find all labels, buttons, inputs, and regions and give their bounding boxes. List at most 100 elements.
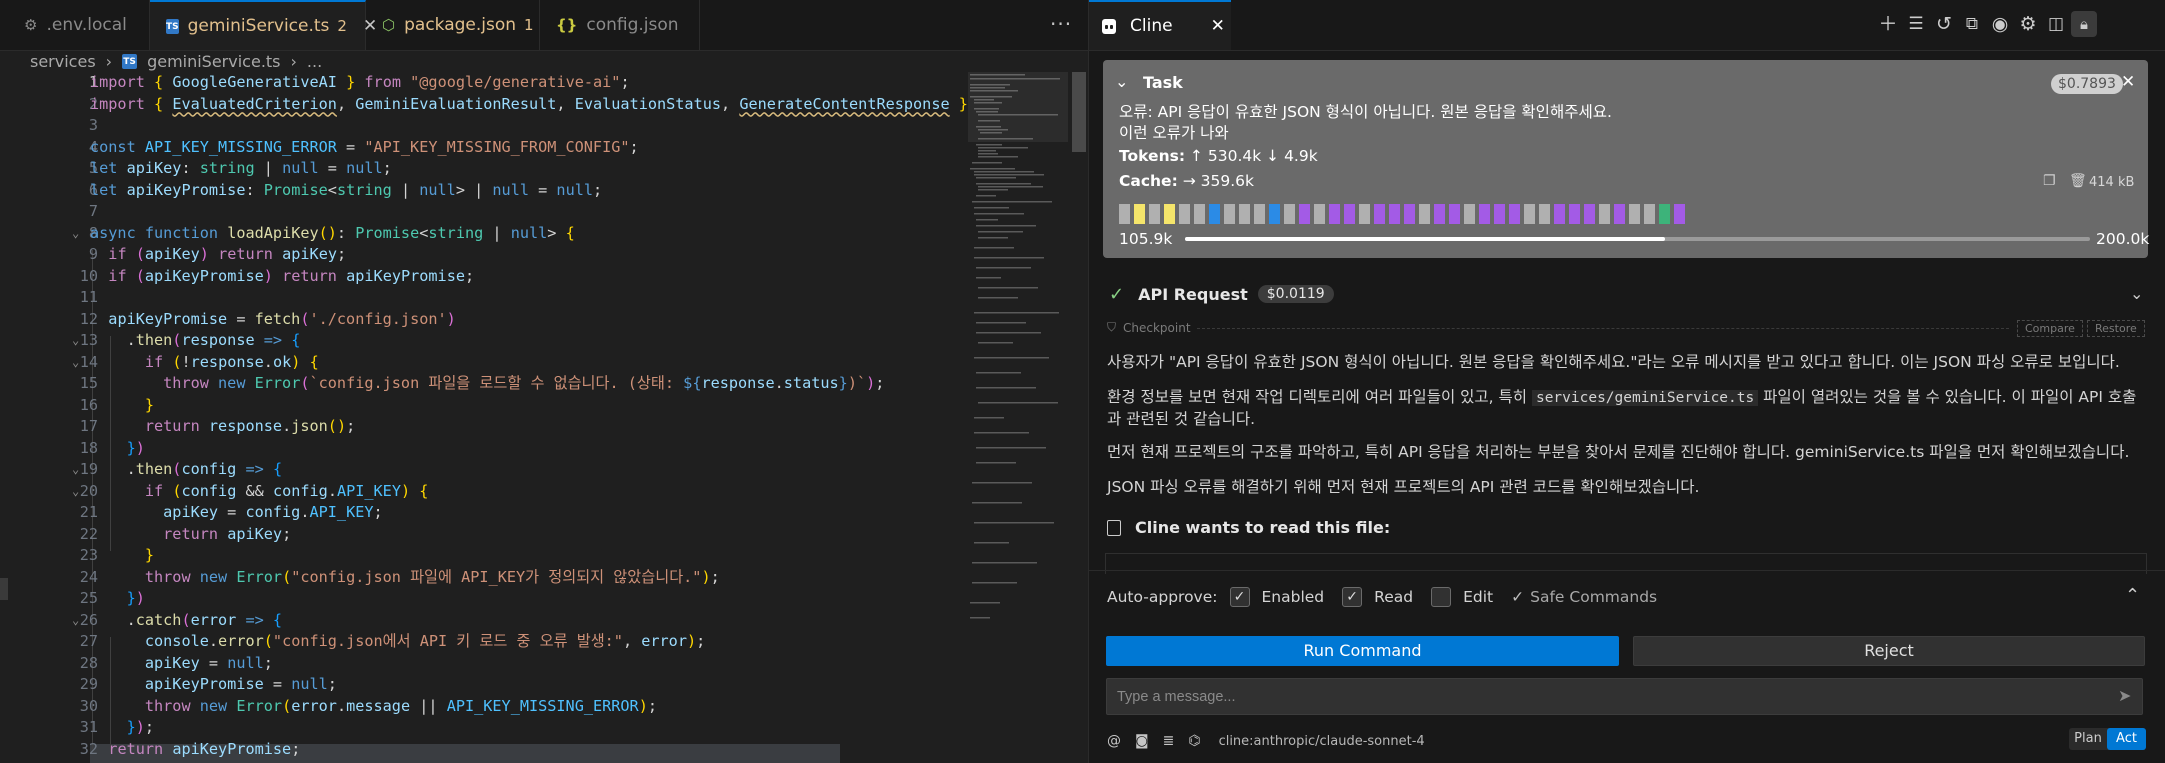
enabled-label: Enabled <box>1261 588 1325 606</box>
cline-robot-icon <box>1102 18 1116 34</box>
vertical-scrollbar[interactable] <box>1072 72 1086 152</box>
enabled-checkbox[interactable]: ✓ <box>1229 587 1250 607</box>
context-block <box>1299 204 1310 224</box>
task-text: 오류: API 응답이 유효한 JSON 형식이 아닙니다. 원본 응답을 확인… <box>1119 103 1612 121</box>
chevron-down-icon[interactable]: ⌄ <box>2130 284 2143 303</box>
code-line: 18 }) <box>79 438 145 457</box>
context-block <box>1554 204 1565 224</box>
copy-icon[interactable]: ❐ <box>2043 173 2056 189</box>
context-block <box>1539 204 1550 224</box>
chevron-down-icon[interactable]: ⌄ <box>1115 72 1128 91</box>
task-title: Task <box>1143 73 1183 92</box>
tab-label: .env.local <box>46 15 127 35</box>
breadcrumb-folder[interactable]: services <box>30 52 96 71</box>
code-line: 25 }) <box>79 589 145 607</box>
checkpoint-label: Checkpoint <box>1123 321 1191 335</box>
code-line: 23 } <box>79 546 155 564</box>
message-input[interactable] <box>1106 678 2143 715</box>
cache-value: → 359.6k <box>1182 172 1254 190</box>
context-block <box>1599 204 1610 224</box>
ts-icon: TS <box>166 18 179 34</box>
mention-icon[interactable]: @ <box>1107 733 1121 749</box>
code-line: 30 throw new Error(error.message || API_… <box>79 696 658 715</box>
trash-icon[interactable]: 🗑︎ <box>2069 173 2087 189</box>
code-line: 21 apiKey = config.API_KEY; <box>79 503 383 521</box>
task-header[interactable]: ⌄ Task $0.7893 ✕ <box>1103 72 2148 96</box>
reject-button[interactable]: Reject <box>1633 636 2145 666</box>
tab-env-local[interactable]: ⚙ .env.local <box>0 0 150 50</box>
context-block <box>1494 204 1505 224</box>
breadcrumb-symbol[interactable]: ... <box>307 52 322 71</box>
ts-icon: TS <box>122 53 138 69</box>
popout-icon[interactable]: ⧉ <box>1959 11 1985 37</box>
context-block <box>1134 204 1145 224</box>
history-list-icon[interactable]: ☰ <box>1903 11 1929 37</box>
chevron-right-icon: › <box>290 51 297 71</box>
code-line: 9 if (apiKey) return apiKey; <box>88 245 347 263</box>
lock-icon[interactable]: 🔒︎ <box>2071 11 2097 37</box>
tab-package-json[interactable]: ⬡ package.json 1 <box>366 0 540 50</box>
close-icon[interactable]: ✕ <box>1211 16 1225 36</box>
server-icon[interactable]: ≣ <box>1163 733 1175 749</box>
context-block <box>1329 204 1340 224</box>
context-block <box>1209 204 1220 224</box>
tab-label: Cline <box>1130 16 1173 36</box>
run-command-button[interactable]: Run Command <box>1106 636 1619 666</box>
api-request-row[interactable]: ✓ API Request $0.0119 <box>1109 282 1334 306</box>
account-icon[interactable]: ◉ <box>1987 11 2013 37</box>
code-line: 3 <box>88 116 98 134</box>
code-line: 17 return response.json(); <box>79 417 356 435</box>
context-block <box>1149 204 1160 224</box>
minimap[interactable] <box>968 72 1068 632</box>
model-icon[interactable]: ⌬ <box>1188 733 1200 749</box>
tab-gemini-service[interactable]: TS geminiService.ts 2 ✕ <box>150 0 377 50</box>
more-actions-icon[interactable]: ··· <box>1050 12 1072 36</box>
context-block <box>1344 204 1355 224</box>
tab-label: geminiService.ts <box>187 16 330 36</box>
tab-cline[interactable]: Cline ✕ <box>1089 0 1231 50</box>
read-label: Read <box>1374 588 1414 606</box>
send-icon[interactable]: ➤ <box>2118 686 2131 705</box>
breadcrumb: services › TS geminiService.ts › ... <box>30 51 322 71</box>
context-block <box>1629 204 1640 224</box>
gear-icon[interactable]: ⚙ <box>2015 11 2041 37</box>
compare-button[interactable]: Compare <box>2017 320 2083 337</box>
model-selector[interactable]: cline:anthropic/claude-sonnet-4 <box>1219 734 1425 749</box>
read-file-row: Cline wants to read this file: <box>1107 518 1390 537</box>
code-line: 12 apiKeyPromise = fetch('./config.json'… <box>79 309 456 328</box>
context-block <box>1464 204 1475 224</box>
read-checkbox[interactable]: ✓ <box>1342 587 1363 607</box>
breadcrumb-file[interactable]: geminiService.ts <box>147 52 280 71</box>
code-editor[interactable]: 1 import { GoogleGenerativeAI } from "@go… <box>0 72 970 763</box>
divider <box>1089 570 2165 571</box>
context-block <box>1374 204 1385 224</box>
auto-approve-row: Auto-approve: ✓ Enabled ✓ Read Edit ✓ Sa… <box>1107 585 1657 609</box>
close-icon[interactable]: ✕ <box>2121 72 2135 92</box>
context-block <box>1584 204 1595 224</box>
plus-icon[interactable]: ＋ <box>1875 11 1901 37</box>
safe-commands-label[interactable]: Safe Commands <box>1530 588 1657 606</box>
edit-checkbox[interactable] <box>1431 587 1452 607</box>
chevron-up-icon[interactable]: ⌃ <box>2125 585 2140 606</box>
plan-mode-button[interactable]: Plan <box>2069 728 2107 750</box>
plan-act-toggle[interactable]: Plan Act <box>2069 728 2146 750</box>
check-icon: ✓ <box>1511 588 1525 606</box>
code-line: 24 throw new Error("config.json 파일에 API_… <box>79 567 720 586</box>
split-icon[interactable]: ◫ <box>2043 11 2069 37</box>
tokens-label: Tokens: <box>1119 147 1186 165</box>
code-line: 20 ⌄ if (config && config.API_KEY) { <box>72 481 429 500</box>
context-block <box>1179 204 1190 224</box>
file-icon <box>1107 519 1121 536</box>
history-icon[interactable]: ↺ <box>1931 11 1957 37</box>
restore-button[interactable]: Restore <box>2087 320 2145 337</box>
tab-config-json[interactable]: {} config.json <box>540 0 700 50</box>
context-block <box>1404 204 1415 224</box>
code-line: 14 ⌄ if (!response.ok) { <box>72 352 319 371</box>
context-block <box>1269 204 1280 224</box>
code-line: 29 apiKeyPromise = null; <box>79 675 337 693</box>
cline-tab-bar: Cline ✕ ＋ ☰ ↺ ⧉ ◉ ⚙ ◫ 🔒︎ <box>1089 0 2165 51</box>
code-line: 32 return apiKeyPromise; <box>79 739 301 758</box>
camera-icon[interactable]: ◙ <box>1135 733 1149 749</box>
task-cost-badge: $0.7893 <box>2051 74 2123 94</box>
act-mode-button[interactable]: Act <box>2107 728 2146 750</box>
